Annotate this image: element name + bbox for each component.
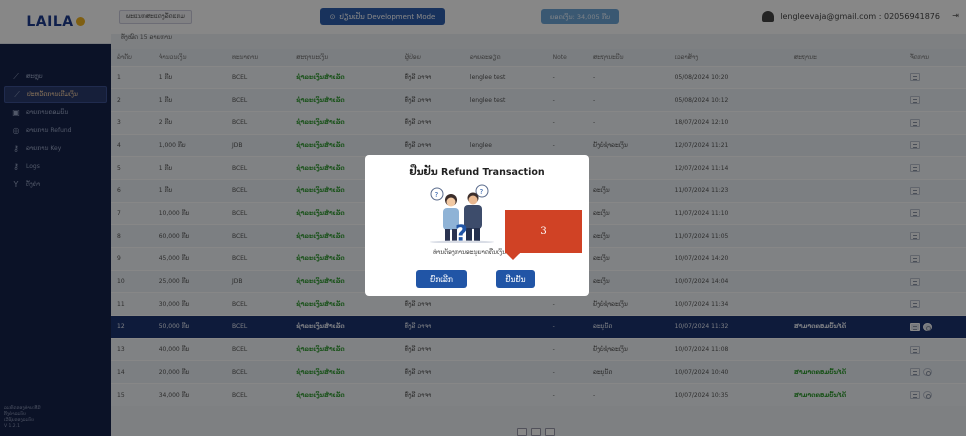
- confused-people-illustration: ? ? ?: [430, 184, 494, 243]
- annotation-callout: 3: [505, 210, 582, 253]
- svg-text:?: ?: [455, 222, 468, 243]
- svg-text:?: ?: [435, 191, 439, 199]
- callout-number: 3: [540, 226, 547, 237]
- svg-text:?: ?: [480, 188, 484, 196]
- cancel-button-label: ຍົກເລີກ: [430, 274, 453, 284]
- dialog-title: ຢືນຢັນ Refund Transaction: [409, 167, 545, 178]
- callout-pointer: [505, 252, 521, 260]
- confirm-button-label: ຢືນຢັນ: [505, 274, 526, 284]
- cancel-button[interactable]: ຍົກເລີກ: [416, 270, 467, 288]
- confirm-button[interactable]: ຢືນຢັນ: [496, 270, 535, 288]
